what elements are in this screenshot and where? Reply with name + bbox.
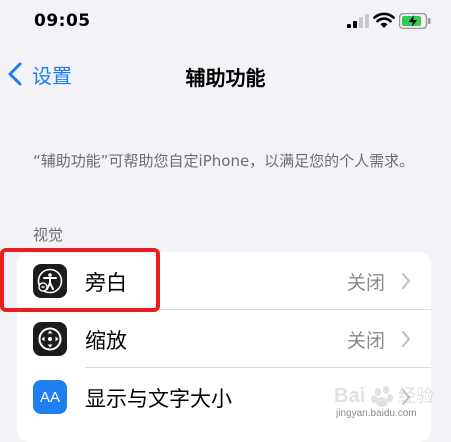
voiceover-icon — [33, 264, 67, 298]
list-item-value: 关闭 — [346, 330, 385, 352]
list-item-value: 关闭 — [346, 272, 385, 294]
navigation-bar: 设置 辅助功能 — [0, 52, 451, 96]
baidu-jingyan-watermark-logo: Bai 经验 — [334, 385, 434, 407]
wifi-icon — [373, 12, 395, 28]
battery-charging-icon — [399, 13, 431, 29]
page-title: 辅助功能 — [185, 66, 266, 90]
icon-glyph-text: AA — [39, 388, 60, 406]
cellular-signal-icon — [347, 14, 369, 28]
list-item-label: 旁白 — [85, 271, 127, 295]
svg-text:Bai: Bai — [334, 385, 365, 407]
page-description: “辅助功能”可帮助您自定iPhone，以满足您的个人需求。 — [33, 152, 415, 170]
list-item-label: 缩放 — [85, 329, 127, 353]
list-item-label: 显示与文字大小 — [85, 387, 232, 411]
list-item-voiceover[interactable]: 旁白 关闭 — [17, 252, 431, 309]
watermark-url: jingyan.baidu.com — [336, 408, 417, 419]
display-text-size-icon: AA — [33, 380, 67, 414]
chevron-right-icon — [401, 330, 411, 348]
status-time: 09:05 — [34, 11, 91, 31]
section-header-vision: 视觉 — [33, 226, 64, 244]
svg-text:经验: 经验 — [398, 386, 434, 407]
list-item-zoom[interactable]: 缩放 关闭 — [17, 310, 431, 367]
zoom-icon — [33, 322, 67, 356]
status-bar: 09:05 — [0, 0, 451, 44]
chevron-right-icon — [401, 272, 411, 290]
